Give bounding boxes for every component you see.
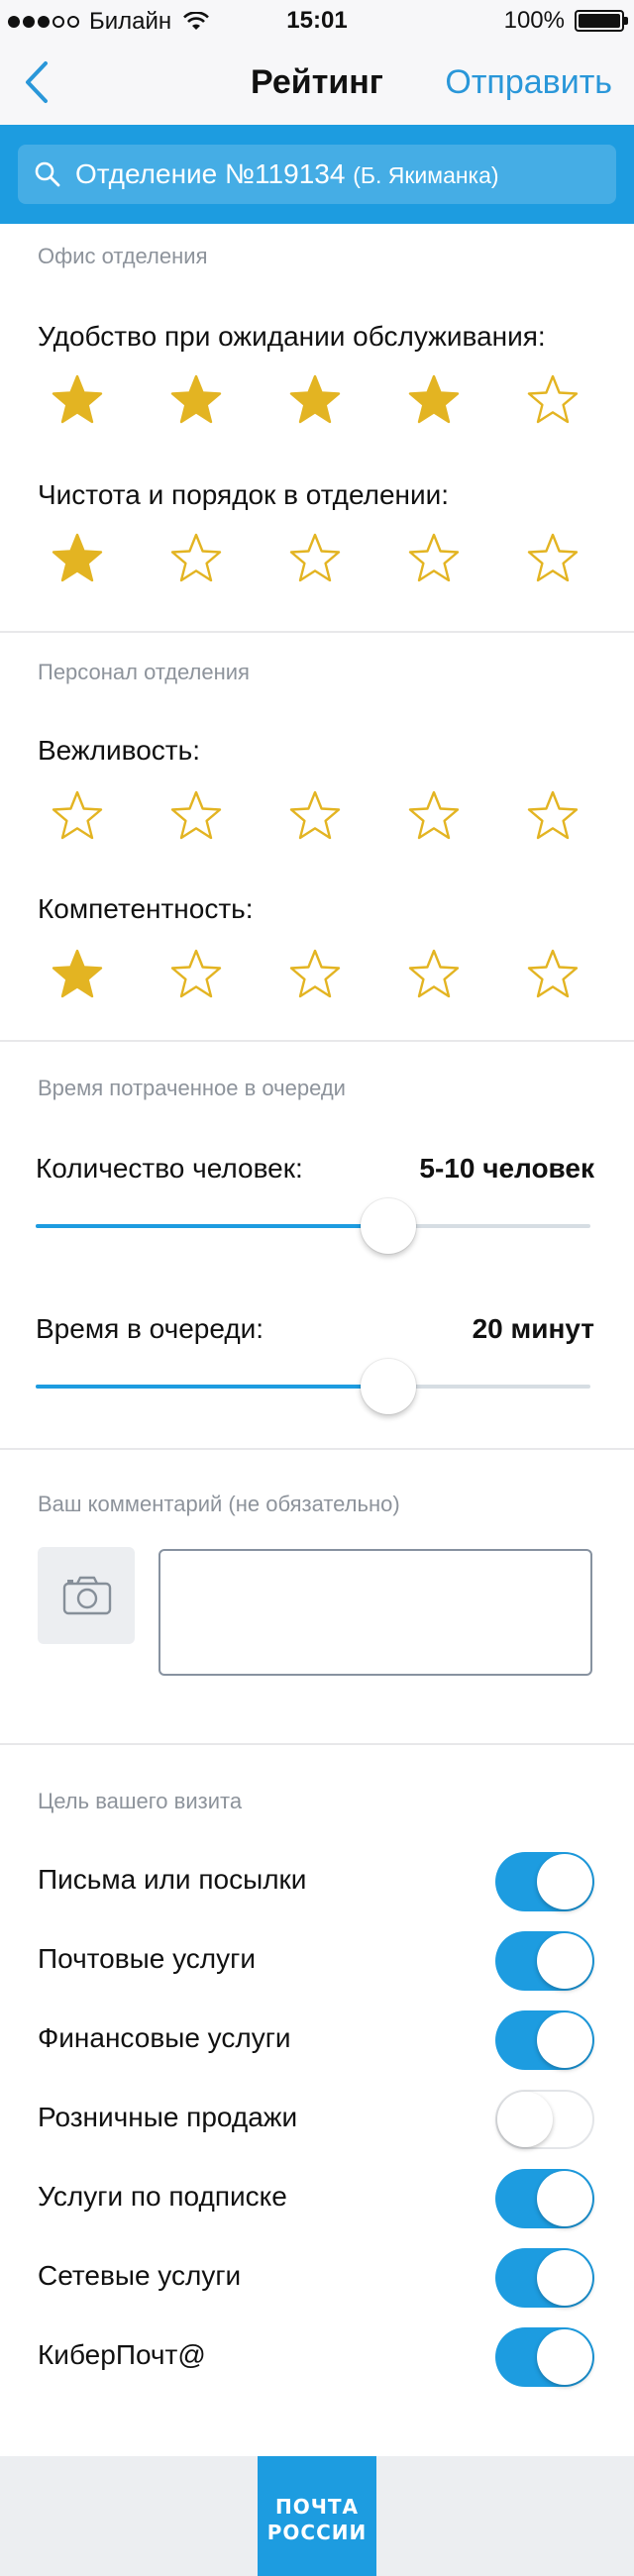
status-right: 100% bbox=[503, 7, 628, 35]
logo-text-line2: РОССИИ bbox=[266, 2521, 368, 2544]
russian-post-logo: ПОЧТА РОССИИ bbox=[258, 2456, 376, 2576]
purpose-label: Розничные продажи bbox=[38, 2102, 298, 2132]
star-filled-icon[interactable] bbox=[406, 372, 462, 428]
office-location: (Б. Якиманка) bbox=[353, 162, 499, 188]
section-header-purpose: Цель вашего визита bbox=[38, 1789, 243, 1813]
purpose-row: Письма или посылки bbox=[0, 1844, 634, 1919]
slider-fill bbox=[36, 1224, 388, 1228]
people-count-slider[interactable] bbox=[36, 1196, 590, 1256]
purpose-toggle[interactable] bbox=[495, 2010, 594, 2070]
star-filled-icon[interactable] bbox=[50, 531, 105, 586]
star-empty-icon[interactable] bbox=[287, 947, 343, 1002]
purpose-label: Почтовые услуги bbox=[38, 1943, 256, 1974]
purpose-row: КиберПочт@ bbox=[0, 2319, 634, 2395]
star-empty-icon[interactable] bbox=[406, 531, 462, 586]
rating-cleanliness[interactable] bbox=[0, 531, 634, 590]
purpose-label: Сетевые услуги bbox=[38, 2260, 242, 2291]
purpose-toggle[interactable] bbox=[495, 1931, 594, 1991]
navigation-bar: Рейтинг Отправить bbox=[0, 40, 634, 125]
question-label-convenience: Удобство при ожидании обслуживания: bbox=[38, 321, 546, 352]
star-filled-icon[interactable] bbox=[50, 947, 105, 1002]
toggle-knob bbox=[537, 2012, 592, 2068]
divider bbox=[0, 1743, 634, 1745]
slider-label-wait-time: Время в очереди: bbox=[36, 1313, 264, 1344]
purpose-label: Финансовые услуги bbox=[38, 2022, 291, 2053]
search-bar: Отделение №119134 (Б. Якиманка) bbox=[0, 125, 634, 224]
star-filled-icon[interactable] bbox=[50, 372, 105, 428]
divider bbox=[0, 1448, 634, 1450]
toggle-knob bbox=[537, 2171, 592, 2226]
star-empty-icon[interactable] bbox=[406, 788, 462, 844]
comment-input[interactable] bbox=[158, 1549, 592, 1676]
slider-thumb[interactable] bbox=[360, 1359, 416, 1414]
send-button[interactable]: Отправить bbox=[445, 63, 612, 102]
toggle-knob bbox=[537, 1854, 592, 1909]
star-empty-icon[interactable] bbox=[406, 947, 462, 1002]
purpose-toggle[interactable] bbox=[495, 1852, 594, 1911]
office-name: Отделение №119134 (Б. Якиманка) bbox=[75, 158, 499, 190]
purpose-row: Почтовые услуги bbox=[0, 1923, 634, 1999]
star-empty-icon[interactable] bbox=[168, 788, 224, 844]
toggle-knob bbox=[497, 2092, 553, 2147]
purpose-toggle[interactable] bbox=[495, 2169, 594, 2228]
purpose-toggle[interactable] bbox=[495, 2090, 594, 2149]
rating-politeness[interactable] bbox=[0, 788, 634, 848]
star-empty-icon[interactable] bbox=[525, 531, 581, 586]
logo-text-line1: ПОЧТА bbox=[274, 2495, 360, 2519]
star-empty-icon[interactable] bbox=[287, 531, 343, 586]
back-button[interactable] bbox=[20, 57, 59, 107]
purpose-label: Услуги по подписке bbox=[38, 2181, 287, 2212]
battery-percent: 100% bbox=[503, 7, 565, 34]
rating-convenience[interactable] bbox=[0, 372, 634, 432]
office-search-field[interactable]: Отделение №119134 (Б. Якиманка) bbox=[18, 145, 616, 204]
search-icon bbox=[35, 161, 60, 187]
toggle-knob bbox=[537, 2250, 592, 2306]
toggle-knob bbox=[537, 2329, 592, 2385]
purpose-row: Сетевые услуги bbox=[0, 2240, 634, 2316]
purpose-row: Финансовые услуги bbox=[0, 2003, 634, 2078]
purpose-row: Услуги по подписке bbox=[0, 2161, 634, 2236]
star-filled-icon[interactable] bbox=[168, 372, 224, 428]
footer: ПОЧТА РОССИИ bbox=[0, 2456, 634, 2576]
section-header-comment: Ваш комментарий (не обязательно) bbox=[38, 1492, 400, 1516]
section-header-queue: Время потраченное в очереди bbox=[38, 1076, 346, 1100]
slider-thumb[interactable] bbox=[360, 1198, 416, 1254]
purpose-label: КиберПочт@ bbox=[38, 2339, 206, 2370]
purpose-toggle[interactable] bbox=[495, 2248, 594, 2308]
star-empty-icon[interactable] bbox=[168, 531, 224, 586]
question-label-competence: Компетентность: bbox=[38, 893, 254, 924]
star-empty-icon[interactable] bbox=[525, 788, 581, 844]
question-label-politeness: Вежливость: bbox=[38, 735, 200, 766]
star-empty-icon[interactable] bbox=[50, 788, 105, 844]
battery-icon bbox=[575, 10, 628, 32]
divider bbox=[0, 1040, 634, 1042]
divider bbox=[0, 631, 634, 633]
rating-competence[interactable] bbox=[0, 947, 634, 1006]
star-empty-icon[interactable] bbox=[525, 372, 581, 428]
attach-photo-button[interactable] bbox=[38, 1547, 135, 1644]
purpose-label: Письма или посылки bbox=[38, 1864, 307, 1895]
slider-fill bbox=[36, 1385, 388, 1389]
slider-value-wait-time: 20 минут bbox=[472, 1313, 594, 1344]
star-empty-icon[interactable] bbox=[168, 947, 224, 1002]
camera-icon bbox=[62, 1576, 112, 1615]
office-number: Отделение №119134 bbox=[75, 158, 346, 189]
toggle-knob bbox=[537, 1933, 592, 1989]
section-header-staff: Персонал отделения bbox=[38, 660, 250, 684]
purpose-row: Розничные продажи bbox=[0, 2082, 634, 2157]
star-empty-icon[interactable] bbox=[525, 947, 581, 1002]
star-filled-icon[interactable] bbox=[287, 372, 343, 428]
status-bar: Билайн 15:01 100% bbox=[0, 0, 634, 40]
chevron-left-icon bbox=[26, 61, 48, 103]
slider-value-people: 5-10 человек bbox=[419, 1153, 594, 1184]
section-header-office: Офис отделения bbox=[38, 244, 208, 268]
purpose-toggle[interactable] bbox=[495, 2327, 594, 2387]
slider-label-people: Количество человек: bbox=[36, 1153, 303, 1184]
star-empty-icon[interactable] bbox=[287, 788, 343, 844]
wait-time-slider[interactable] bbox=[36, 1357, 590, 1416]
question-label-cleanliness: Чистота и порядок в отделении: bbox=[38, 479, 450, 510]
